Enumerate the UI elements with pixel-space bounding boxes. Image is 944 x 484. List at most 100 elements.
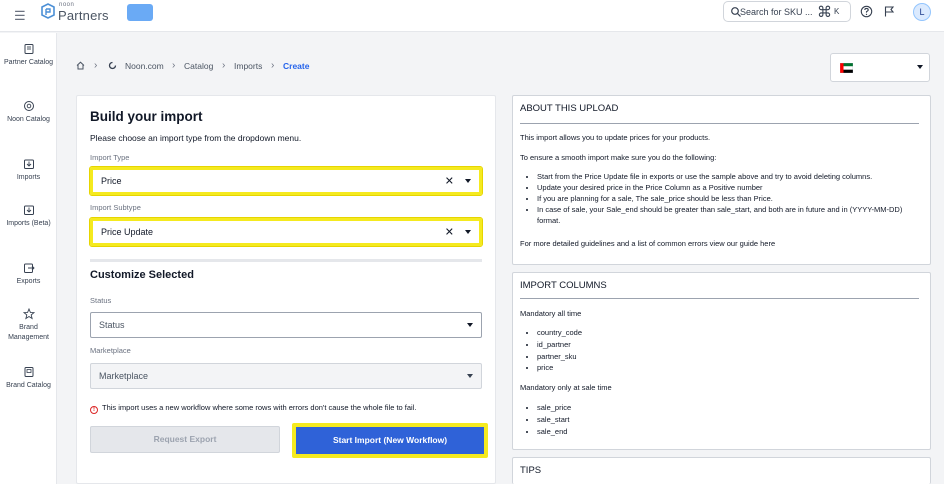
- list-item: country_code: [537, 327, 582, 339]
- build-import-card: Build your import Please choose an impor…: [76, 95, 496, 484]
- columns-panel-title: IMPORT COLUMNS: [520, 280, 607, 291]
- mandatory-all-label: Mandatory all time: [520, 309, 582, 318]
- list-item: Start from the Price Update file in expo…: [537, 171, 927, 182]
- sidebar-item-label: Noon Catalog: [7, 116, 50, 123]
- export-icon: [23, 263, 35, 273]
- panel-rule: [520, 298, 919, 299]
- brand-icon: [22, 308, 35, 320]
- clear-import-type-icon[interactable]: ✕: [445, 175, 454, 188]
- sidebar-item-label: Brand Catalog: [6, 382, 51, 389]
- sidebar-item-label: Imports (Beta): [6, 220, 51, 227]
- sidebar-item-label: Brand Management: [8, 324, 49, 341]
- country-select[interactable]: [830, 53, 930, 82]
- sidebar-item-exports[interactable]: Exports: [0, 262, 57, 287]
- mandatory-all-list: country_code id_partner partner_sku pric…: [537, 327, 582, 374]
- sidebar-item-label: Imports: [16, 174, 41, 181]
- list-item: price: [537, 362, 582, 374]
- page-title: Build your import: [90, 109, 203, 124]
- search-input[interactable]: [740, 5, 816, 19]
- list-item: If you are planning for a sale, The sale…: [537, 193, 927, 204]
- uae-flag-icon: [840, 63, 853, 73]
- status-label: Status: [90, 296, 112, 305]
- section-divider: [90, 259, 482, 262]
- list-item: Update your desired price in the Price C…: [537, 182, 927, 193]
- start-import-button[interactable]: Start Import (New Workflow): [292, 423, 488, 458]
- breadcrumb-separator-icon: ›: [172, 60, 176, 71]
- chevron-down-icon: [467, 323, 473, 327]
- breadcrumb-separator-icon: ›: [94, 60, 98, 71]
- noon-partners-logo-icon[interactable]: [40, 3, 56, 21]
- import-type-label: Import Type: [90, 153, 130, 162]
- import-beta-icon: [23, 205, 34, 215]
- tips-panel-title: TIPS: [520, 465, 542, 476]
- shortcut-key-label: K: [834, 7, 840, 16]
- logo-partners-text: Partners: [58, 8, 109, 23]
- tips-panel: TIPS: [512, 457, 931, 484]
- list-item: sale_end: [537, 426, 571, 438]
- sidebar-item-label: Exports: [16, 278, 41, 285]
- clear-import-subtype-icon[interactable]: ✕: [445, 226, 454, 239]
- about-bullets: Start from the Price Update file in expo…: [537, 171, 927, 226]
- sidebar-item-noon-catalog[interactable]: Noon Catalog: [0, 100, 57, 125]
- search-box[interactable]: ⌘ K: [723, 1, 851, 22]
- status-placeholder: Status: [99, 320, 125, 330]
- sidebar-item-imports-beta[interactable]: Imports (Beta): [0, 204, 57, 229]
- sidebar-item-brand-catalog[interactable]: Brand Catalog: [0, 366, 57, 391]
- marketplace-select[interactable]: Marketplace: [90, 363, 482, 389]
- noon-catalog-icon: [23, 101, 34, 111]
- breadcrumb-separator-icon: ›: [271, 60, 275, 71]
- command-key-icon: ⌘: [817, 4, 832, 21]
- sidebar-item-imports[interactable]: Imports: [0, 158, 57, 183]
- import-columns-panel: IMPORT COLUMNS Mandatory all time countr…: [512, 272, 931, 450]
- breadcrumb-imports[interactable]: Imports: [234, 61, 262, 71]
- breadcrumb-create: Create: [283, 61, 310, 71]
- user-avatar[interactable]: L: [913, 3, 931, 21]
- sidebar-item-brand-management[interactable]: Brand Management: [0, 308, 57, 343]
- chevron-down-icon: [917, 65, 923, 69]
- about-lead: To ensure a smooth import make sure you …: [520, 153, 717, 162]
- chevron-down-icon: [465, 230, 471, 234]
- hamburger-menu-icon[interactable]: ☰: [14, 8, 26, 24]
- import-type-select[interactable]: Price ✕: [89, 166, 483, 196]
- customize-title: Customize Selected: [90, 269, 194, 281]
- import-type-value: Price: [101, 176, 122, 186]
- top-bar: ☰ noon Partners ⌘ K L: [0, 0, 944, 32]
- marketplace-label: Marketplace: [90, 346, 131, 355]
- info-alert-icon: !: [90, 406, 98, 414]
- build-subtitle: Please choose an import type from the dr…: [90, 133, 302, 143]
- list-item: sale_start: [537, 414, 571, 426]
- sidebar-item-label: Partner Catalog: [3, 59, 54, 66]
- breadcrumb-catalog[interactable]: Catalog: [184, 61, 213, 71]
- import-subtype-label: Import Subtype: [90, 203, 141, 212]
- store-switcher-chip[interactable]: [127, 4, 153, 21]
- chevron-down-icon: [465, 179, 471, 183]
- brand-catalog-icon: [24, 367, 33, 377]
- chevron-down-icon: [467, 374, 473, 378]
- list-item: partner_sku: [537, 351, 582, 363]
- about-intro: This import allows you to update prices …: [520, 133, 711, 142]
- noon-refresh-icon: [108, 61, 117, 70]
- list-item: In case of sale, your Sale_end should be…: [537, 204, 927, 226]
- mandatory-sale-label: Mandatory only at sale time: [520, 383, 612, 392]
- about-panel-title: ABOUT THIS UPLOAD: [520, 103, 619, 114]
- help-icon[interactable]: [860, 5, 873, 18]
- about-guide-link[interactable]: For more detailed guidelines and a list …: [520, 238, 775, 249]
- import-icon: [23, 159, 34, 169]
- home-icon[interactable]: [76, 61, 85, 70]
- marketplace-placeholder: Marketplace: [99, 371, 149, 381]
- feedback-flag-icon[interactable]: [883, 5, 896, 18]
- list-item: sale_price: [537, 402, 571, 414]
- catalog-icon: [24, 44, 33, 54]
- about-upload-panel: ABOUT THIS UPLOAD This import allows you…: [512, 95, 931, 265]
- breadcrumb-noon[interactable]: Noon.com: [125, 61, 164, 71]
- workflow-info-text: This import uses a new workflow where so…: [102, 403, 417, 412]
- import-subtype-select[interactable]: Price Update ✕: [89, 217, 483, 247]
- import-subtype-value: Price Update: [101, 227, 154, 237]
- mandatory-sale-list: sale_price sale_start sale_end: [537, 402, 571, 437]
- breadcrumb-separator-icon: ›: [222, 60, 226, 71]
- request-export-button[interactable]: Request Export: [90, 426, 280, 453]
- workflow-info-note: ! This import uses a new workflow where s…: [90, 403, 416, 414]
- sidebar: Partner Catalog Noon Catalog Imports Imp…: [0, 33, 57, 484]
- status-select[interactable]: Status: [90, 312, 482, 338]
- sidebar-item-partner-catalog[interactable]: Partner Catalog: [0, 43, 57, 68]
